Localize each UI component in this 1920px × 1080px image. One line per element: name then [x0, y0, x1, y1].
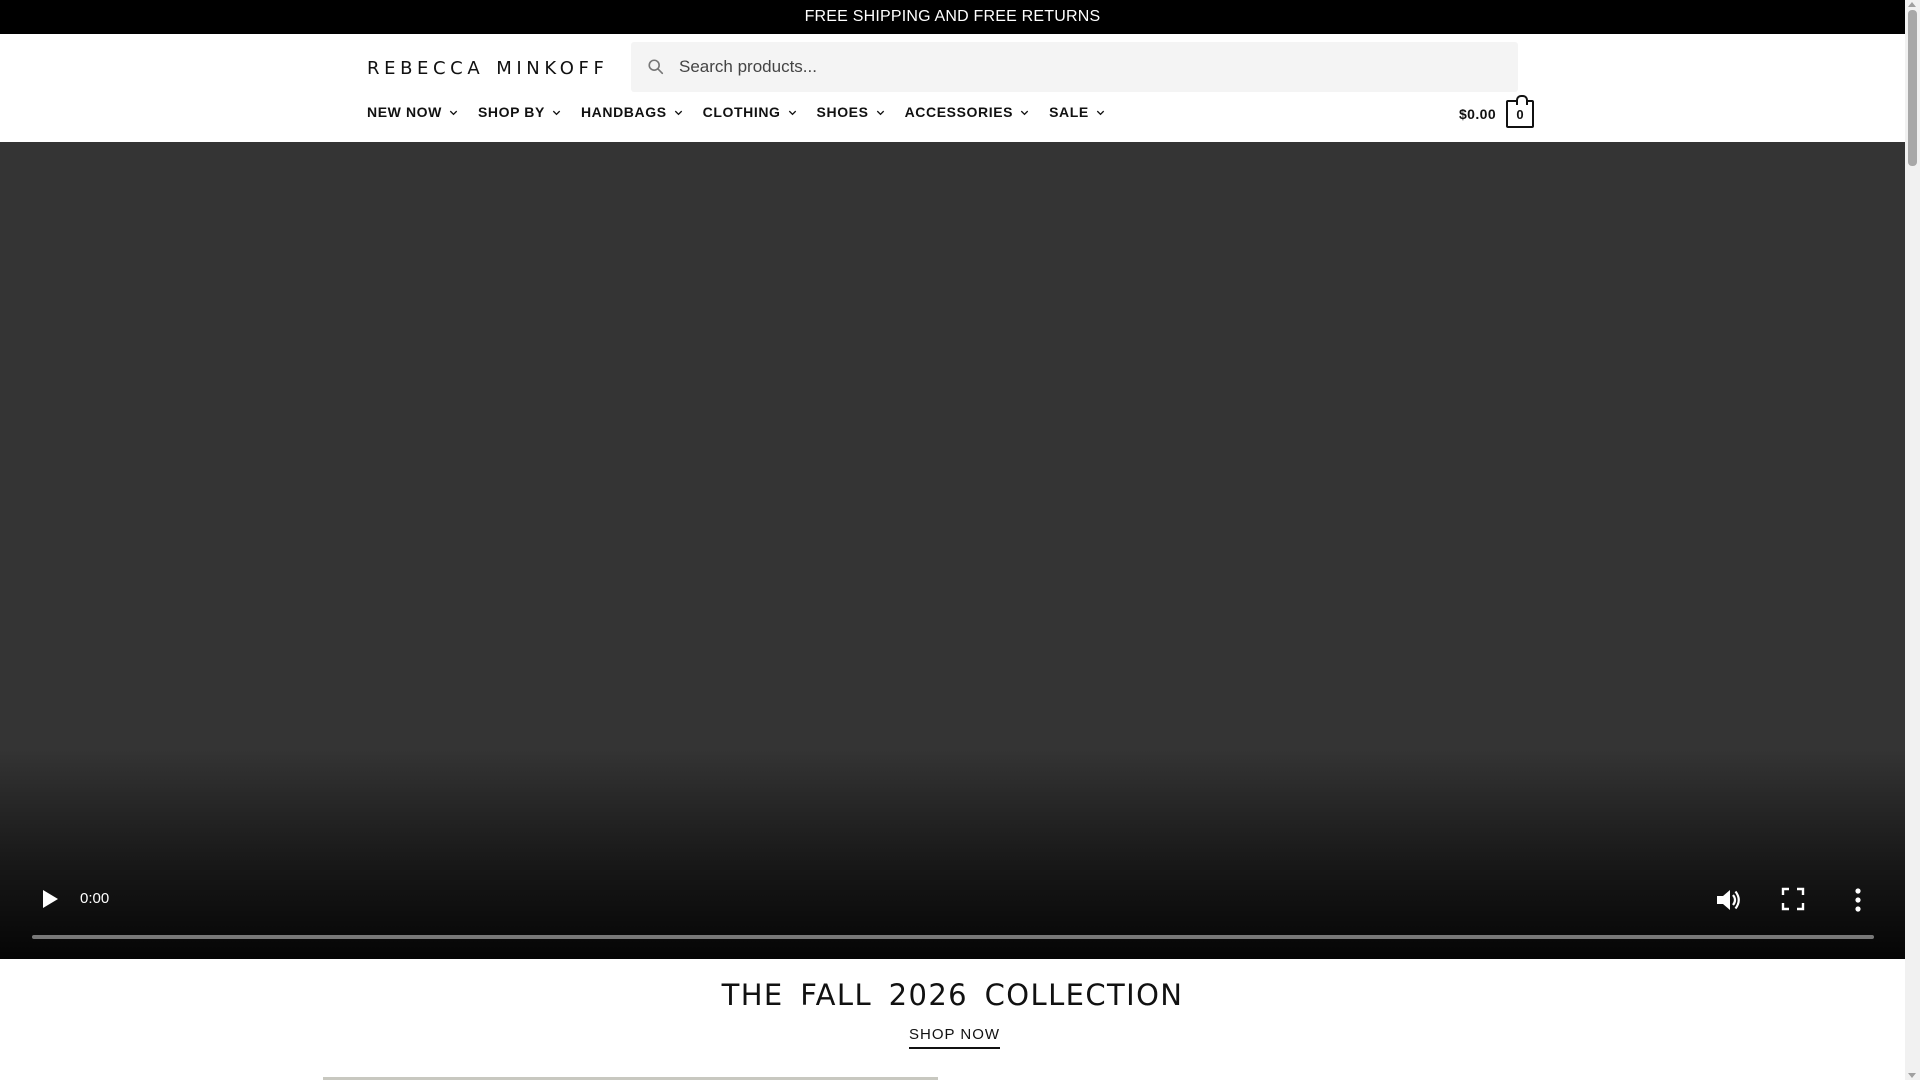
nav-item-accessories[interactable]: ACCESSORIES [905, 104, 1031, 120]
logo-word-1: REBECCA [367, 57, 485, 79]
chevron-down-icon [876, 110, 884, 115]
search-input[interactable] [679, 57, 1459, 77]
play-icon[interactable] [38, 887, 62, 911]
shop-now-link[interactable]: SHOP NOW [909, 1026, 1001, 1049]
nav-item-shop-by[interactable]: SHOP BY [478, 104, 562, 120]
site-header: REBECCA MINKOFF NEW NOW SHOP BY HANDBAGS [0, 34, 1905, 142]
video-progress-bar[interactable] [32, 935, 1874, 939]
more-options-icon[interactable] [1846, 886, 1870, 914]
nav-label: ACCESSORIES [904, 104, 1014, 120]
cart-total[interactable]: $0.00 [1459, 106, 1496, 122]
chevron-down-icon [1096, 110, 1104, 115]
scroll-up-icon[interactable] [1908, 2, 1916, 7]
collection-title: THE FALL 2026 COLLECTION [721, 978, 1184, 1012]
hero-video[interactable]: 0:00 [0, 142, 1905, 959]
shopping-bag-icon[interactable]: 0 [1506, 95, 1535, 128]
video-controls: 0:00 [0, 859, 1905, 959]
chevron-down-icon [788, 110, 796, 115]
page-scrollbar[interactable] [1905, 0, 1920, 1080]
scrollbar-thumb[interactable] [1908, 10, 1917, 166]
nav-item-shoes[interactable]: SHOES [817, 104, 886, 120]
nav-label: HANDBAGS [580, 104, 667, 120]
scroll-down-icon[interactable] [1908, 1073, 1916, 1078]
chevron-down-icon [1020, 110, 1029, 115]
announcement-text: FREE SHIPPING AND FREE RETURNS [804, 8, 1101, 25]
main-navigation: NEW NOW SHOP BY HANDBAGS CLOTHING SHOES … [367, 98, 1125, 126]
nav-label: CLOTHING [702, 104, 781, 120]
logo-word-2: MINKOFF [496, 57, 609, 79]
volume-icon[interactable] [1714, 886, 1742, 914]
nav-item-handbags[interactable]: HANDBAGS [581, 104, 684, 120]
brand-logo[interactable]: REBECCA MINKOFF [367, 57, 608, 79]
nav-label: SHOES [816, 104, 869, 120]
mini-cart[interactable]: $0.00 0 [1459, 95, 1535, 128]
nav-label: SHOP BY [477, 104, 545, 120]
chevron-down-icon [674, 110, 682, 115]
fullscreen-icon[interactable] [1780, 886, 1806, 912]
nav-item-clothing[interactable]: CLOTHING [703, 104, 798, 120]
nav-label: SALE [1049, 104, 1089, 120]
video-time: 0:00 [80, 890, 110, 907]
nav-item-sale[interactable]: SALE [1049, 104, 1106, 120]
chevron-down-icon [449, 110, 458, 115]
cart-count: 0 [1516, 106, 1524, 122]
search-bar[interactable] [631, 42, 1518, 92]
nav-item-new-now[interactable]: NEW NOW [367, 104, 459, 120]
announcement-bar: FREE SHIPPING AND FREE RETURNS [0, 0, 1905, 34]
page: FREE SHIPPING AND FREE RETURNS REBECCA M… [0, 0, 1905, 1080]
nav-label: NEW NOW [367, 104, 442, 120]
chevron-down-icon [552, 110, 561, 115]
search-icon[interactable] [647, 58, 665, 76]
